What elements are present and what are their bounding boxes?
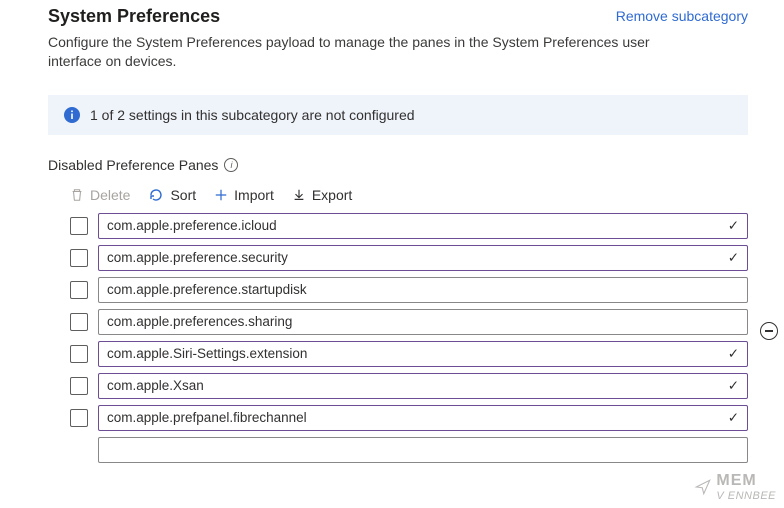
pane-value: com.apple.preference.icloud: [107, 218, 277, 233]
pane-value: com.apple.Xsan: [107, 378, 204, 393]
row-checkbox[interactable]: [70, 281, 88, 299]
pane-row: com.apple.Xsan ✓: [48, 373, 748, 399]
checkmark-icon: ✓: [728, 250, 739, 266]
toolbar: Delete Sort Import Export: [70, 187, 748, 203]
row-checkbox[interactable]: [70, 249, 88, 267]
pane-row: com.apple.preference.startupdisk: [48, 277, 748, 303]
empty-pane-input[interactable]: [98, 437, 748, 463]
sort-button[interactable]: Sort: [148, 187, 196, 203]
pane-value: com.apple.Siri-Settings.extension: [107, 346, 307, 361]
delete-button: Delete: [70, 187, 130, 203]
page-description: Configure the System Preferences payload…: [48, 33, 668, 71]
section-label: Disabled Preference Panes: [48, 157, 218, 173]
download-icon: [292, 188, 306, 202]
pane-value: com.apple.preferences.sharing: [107, 314, 292, 329]
export-button[interactable]: Export: [292, 187, 352, 203]
checkmark-icon: ✓: [728, 378, 739, 394]
pane-row: com.apple.preference.security ✓: [48, 245, 748, 271]
plus-icon: [214, 188, 228, 202]
pane-value: com.apple.preference.security: [107, 250, 288, 265]
remove-row-button[interactable]: [760, 322, 778, 340]
pane-row: com.apple.preference.icloud ✓: [48, 213, 748, 239]
help-icon[interactable]: i: [224, 158, 238, 172]
pane-row: com.apple.prefpanel.fibrechannel ✓: [48, 405, 748, 431]
pane-input[interactable]: com.apple.preference.startupdisk: [98, 277, 748, 303]
pane-input[interactable]: com.apple.Xsan ✓: [98, 373, 748, 399]
remove-subcategory-link[interactable]: Remove subcategory: [616, 6, 748, 24]
trash-icon: [70, 188, 84, 202]
page-title: System Preferences: [48, 6, 220, 27]
row-checkbox[interactable]: [70, 217, 88, 235]
pane-row: com.apple.preferences.sharing: [48, 309, 748, 335]
row-checkbox[interactable]: [70, 377, 88, 395]
row-checkbox[interactable]: [70, 313, 88, 331]
pane-list: com.apple.preference.icloud✓com.apple.pr…: [48, 213, 748, 463]
refresh-icon: [148, 187, 164, 203]
pane-input[interactable]: com.apple.preference.icloud ✓: [98, 213, 748, 239]
pane-row: com.apple.Siri-Settings.extension ✓: [48, 341, 748, 367]
row-checkbox[interactable]: [70, 345, 88, 363]
checkmark-icon: ✓: [728, 410, 739, 426]
banner-text: 1 of 2 settings in this subcategory are …: [90, 107, 415, 123]
info-icon: [64, 107, 80, 123]
pane-input[interactable]: com.apple.preference.security ✓: [98, 245, 748, 271]
import-button[interactable]: Import: [214, 187, 274, 203]
info-banner: 1 of 2 settings in this subcategory are …: [48, 95, 748, 135]
pane-value: com.apple.preference.startupdisk: [107, 282, 307, 297]
row-checkbox[interactable]: [70, 409, 88, 427]
pane-input[interactable]: com.apple.preferences.sharing: [98, 309, 748, 335]
pane-value: com.apple.prefpanel.fibrechannel: [107, 410, 307, 425]
checkmark-icon: ✓: [728, 218, 739, 234]
pane-input[interactable]: com.apple.prefpanel.fibrechannel ✓: [98, 405, 748, 431]
checkmark-icon: ✓: [728, 346, 739, 362]
pane-input[interactable]: com.apple.Siri-Settings.extension ✓: [98, 341, 748, 367]
watermark: MEM V ENNBEE: [694, 472, 776, 502]
